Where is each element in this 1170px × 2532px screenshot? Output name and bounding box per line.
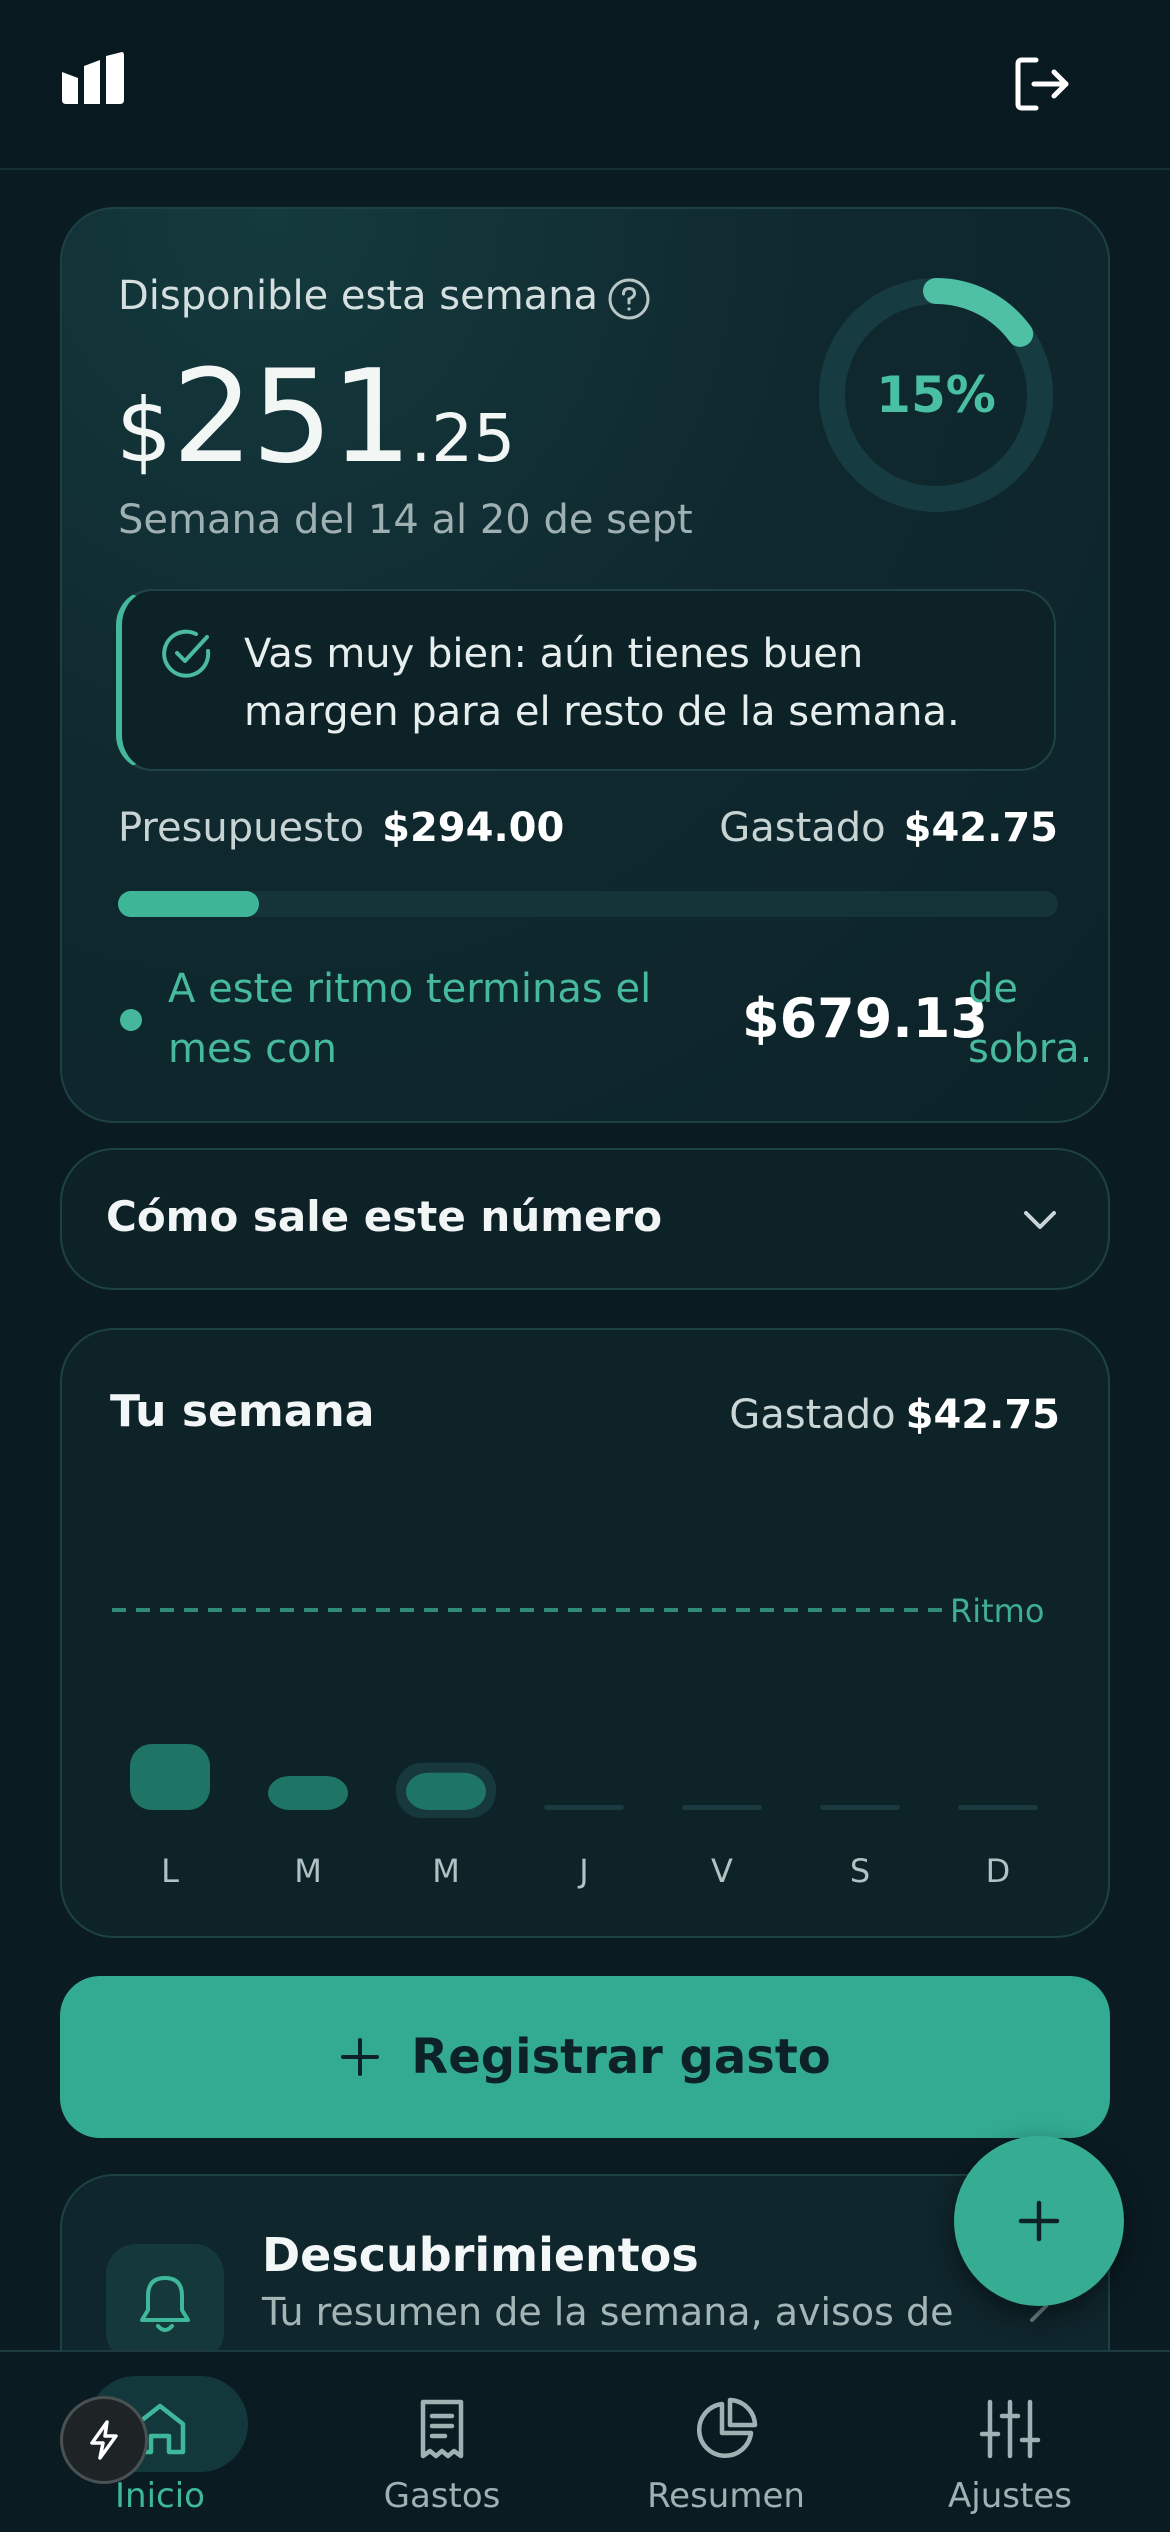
pace-text: A este ritmo terminas el mes con bbox=[168, 966, 652, 1072]
explain-label: Cómo sale este número bbox=[106, 1192, 663, 1241]
budget-progress-fill bbox=[118, 891, 259, 917]
discoveries-subtitle: Tu resumen de la semana, avisos de bbox=[262, 2290, 954, 2334]
bar-2 bbox=[406, 1772, 486, 1810]
bottom-tab-bar: Inicio Gastos Resumen Ajustes bbox=[0, 2350, 1170, 2532]
day-label-5: S bbox=[850, 1852, 870, 1890]
check-circle-icon bbox=[162, 629, 211, 678]
quick-action-bolt-button[interactable] bbox=[60, 2396, 148, 2484]
week-card: Tu semana Gastado $42.75 Ritmo L M M J V S D bbox=[60, 1328, 1110, 1938]
spent-value: $42.75 bbox=[903, 805, 1058, 851]
week-bar-chart: Ritmo L M M J V S D bbox=[112, 1592, 1044, 1890]
budget-info: Presupuesto $294.00 bbox=[118, 805, 564, 851]
bar-0 bbox=[130, 1744, 210, 1810]
amount-integer: 251 bbox=[172, 343, 412, 492]
tab-inicio[interactable]: Inicio bbox=[14, 2352, 306, 2532]
day-label-0: L bbox=[161, 1852, 179, 1890]
day-label-3: J bbox=[577, 1852, 588, 1890]
tab-resumen-label: Resumen bbox=[647, 2476, 805, 2516]
pace-reference-label: Ritmo bbox=[950, 1592, 1044, 1630]
week-spent-label: Gastado bbox=[729, 1392, 896, 1438]
bar-logo-icon bbox=[62, 52, 124, 104]
tab-gastos[interactable]: Gastos bbox=[296, 2352, 588, 2532]
top-bar bbox=[0, 0, 1170, 170]
register-expense-label: Registrar gasto bbox=[411, 2029, 831, 2085]
available-label: Disponible esta semana bbox=[118, 273, 599, 319]
budget-progress-bar bbox=[118, 891, 1058, 917]
status-notice: Vas muy bien: aún tienes buen margen par… bbox=[116, 589, 1056, 771]
currency-symbol: $ bbox=[116, 379, 172, 482]
notice-text: Vas muy bien: aún tienes buen margen par… bbox=[244, 631, 960, 735]
spent-info: Gastado $42.75 bbox=[719, 805, 1058, 851]
pace-dot bbox=[120, 1009, 142, 1031]
pace-amount: $679.13 bbox=[742, 987, 988, 1050]
day-label-2: M bbox=[432, 1852, 460, 1890]
chevron-down-icon bbox=[1024, 1211, 1056, 1229]
register-expense-button[interactable]: Registrar gasto bbox=[60, 1976, 1110, 2138]
tab-resumen[interactable]: Resumen bbox=[580, 2352, 872, 2532]
bar-3 bbox=[544, 1805, 624, 1810]
help-icon[interactable] bbox=[607, 277, 651, 321]
add-fab-button[interactable] bbox=[954, 2136, 1124, 2306]
tab-ajustes[interactable]: Ajustes bbox=[864, 2352, 1156, 2532]
tab-ajustes-label: Ajustes bbox=[948, 2476, 1072, 2516]
bar-4 bbox=[682, 1805, 762, 1810]
week-spent: Gastado $42.75 bbox=[729, 1392, 1060, 1438]
bell-icon bbox=[140, 2276, 190, 2332]
percent-label: 15% bbox=[876, 366, 996, 424]
budget-label: Presupuesto bbox=[118, 805, 365, 851]
bolt-icon bbox=[90, 2420, 118, 2460]
plus-icon bbox=[341, 2038, 380, 2076]
discoveries-icon-box bbox=[106, 2244, 224, 2362]
plus-icon bbox=[1018, 2200, 1060, 2242]
week-title: Tu semana bbox=[110, 1386, 375, 1437]
available-amount: $ 251 .25 bbox=[116, 343, 515, 492]
amount-decimals: .25 bbox=[410, 400, 516, 477]
week-range: Semana del 14 al 20 de sept bbox=[118, 497, 693, 543]
bar-5 bbox=[820, 1805, 900, 1810]
day-label-6: D bbox=[986, 1852, 1011, 1890]
explain-accordion[interactable]: Cómo sale este número bbox=[60, 1148, 1110, 1290]
weekly-available-card: Disponible esta semana $ 251 .25 Semana … bbox=[60, 207, 1110, 1123]
budget-value: $294.00 bbox=[382, 805, 565, 851]
sliders-icon bbox=[979, 2399, 1041, 2459]
tab-inicio-label: Inicio bbox=[115, 2476, 205, 2516]
day-label-1: M bbox=[294, 1852, 322, 1890]
bar-6 bbox=[958, 1805, 1038, 1810]
spent-label: Gastado bbox=[719, 805, 886, 851]
discoveries-title: Descubrimientos bbox=[262, 2228, 699, 2282]
logout-icon[interactable] bbox=[1010, 52, 1074, 116]
pace-tail: de sobra. bbox=[968, 966, 1093, 1072]
week-spent-value: $42.75 bbox=[905, 1392, 1060, 1438]
bar-1 bbox=[268, 1776, 348, 1810]
day-label-4: V bbox=[711, 1852, 733, 1890]
pie-chart-icon bbox=[696, 2397, 758, 2459]
tab-gastos-label: Gastos bbox=[383, 2476, 501, 2516]
receipt-icon bbox=[420, 2399, 464, 2459]
pace-projection: A este ritmo terminas el mes con $679.13… bbox=[118, 959, 1092, 1099]
